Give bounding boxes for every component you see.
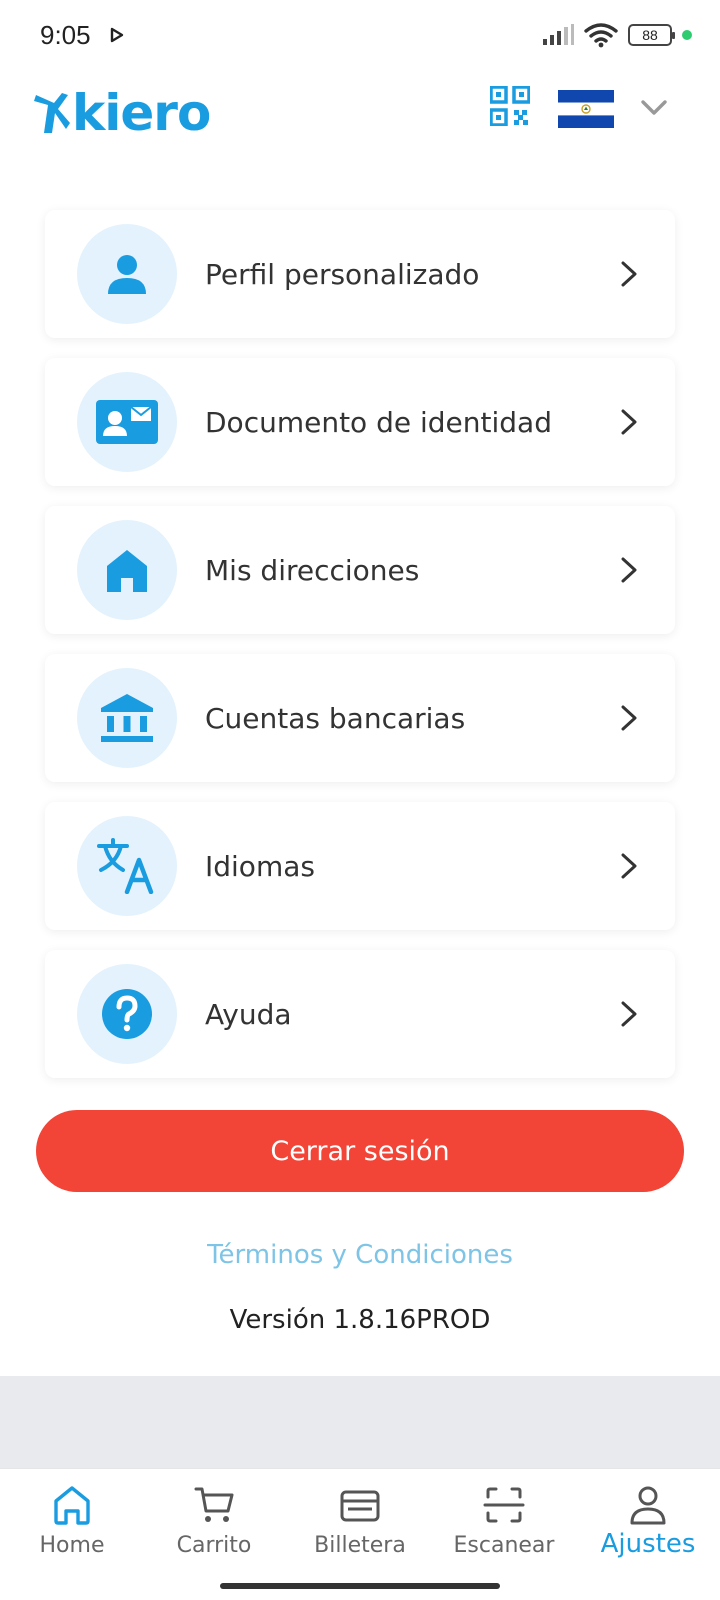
chevron-right-icon: [621, 705, 637, 731]
icon-circle: [77, 816, 177, 916]
cart-icon: [194, 1487, 234, 1522]
menu-item-idiomas[interactable]: Idiomas: [45, 802, 675, 930]
nav-label: Home: [39, 1533, 105, 1558]
nav-carrito[interactable]: Carrito: [142, 1483, 286, 1558]
menu-item-label: Idiomas: [205, 849, 315, 883]
kiero-logo-mark: [34, 93, 70, 133]
wifi-icon: [584, 23, 618, 48]
menu-item-label: Documento de identidad: [205, 405, 552, 439]
menu-item-label: Cuentas bancarias: [205, 701, 466, 735]
icon-circle: [77, 668, 177, 768]
menu-item-label: Perfil personalizado: [205, 257, 480, 291]
icon-circle: [77, 224, 177, 324]
menu-item-perfil[interactable]: Perfil personalizado: [45, 210, 675, 338]
id-card-icon: [96, 400, 158, 444]
chevron-down-icon[interactable]: [640, 96, 668, 120]
menu-item-ayuda[interactable]: Ayuda: [45, 950, 675, 1078]
chevron-right-icon: [621, 557, 637, 583]
nav-home[interactable]: Home: [0, 1483, 144, 1558]
status-bar: 9:05 88: [0, 0, 720, 72]
chevron-right-icon: [621, 261, 637, 287]
home-indicator: [220, 1583, 500, 1589]
chevron-right-icon: [621, 409, 637, 435]
nav-label: Ajustes: [600, 1529, 696, 1559]
status-dot: [682, 30, 692, 40]
bottom-spacer: [0, 1376, 720, 1468]
icon-circle: [77, 372, 177, 472]
nav-label: Carrito: [176, 1533, 252, 1558]
battery-icon: 88: [628, 24, 675, 46]
help-icon: [102, 989, 152, 1039]
nav-label: Billetera: [314, 1533, 406, 1558]
translate-icon: [97, 838, 154, 894]
nav-escanear[interactable]: Escanear: [432, 1483, 576, 1558]
nav-billetera[interactable]: Billetera: [288, 1483, 432, 1558]
icon-circle: [77, 520, 177, 620]
app-header: kiero: [0, 72, 720, 182]
chevron-right-icon: [621, 853, 637, 879]
icon-circle: [77, 964, 177, 1064]
home-icon: [107, 550, 147, 592]
person-icon: [108, 255, 146, 294]
logout-button[interactable]: Cerrar sesión: [36, 1110, 684, 1192]
settings-menu: Perfil personalizado Documento de identi…: [45, 210, 675, 1098]
status-icons: 88: [542, 22, 692, 48]
bank-icon: [101, 694, 153, 742]
play-icon: [110, 27, 124, 43]
scan-icon: [483, 1487, 525, 1523]
status-time: 9:05: [40, 20, 91, 50]
menu-item-cuentas[interactable]: Cuentas bancarias: [45, 654, 675, 782]
qr-code-icon[interactable]: [490, 86, 530, 126]
user-icon: [630, 1486, 666, 1525]
home-icon: [54, 1486, 90, 1525]
menu-item-documento[interactable]: Documento de identidad: [45, 358, 675, 486]
menu-item-label: Ayuda: [205, 997, 292, 1031]
menu-item-label: Mis direcciones: [205, 553, 420, 587]
kiero-logo: kiero: [32, 84, 211, 142]
signal-icon: [543, 24, 574, 45]
bottom-nav: Home Carrito Billetera Escanear Ajustes: [0, 1468, 720, 1600]
wallet-icon: [340, 1490, 380, 1522]
logo-text: kiero: [72, 84, 211, 142]
menu-item-direcciones[interactable]: Mis direcciones: [45, 506, 675, 634]
chevron-right-icon: [621, 1001, 637, 1027]
el-salvador-flag-icon[interactable]: [558, 90, 614, 128]
nav-ajustes[interactable]: Ajustes: [576, 1483, 720, 1559]
version-text: Versión 1.8.16PROD: [229, 1305, 491, 1335]
terms-link[interactable]: Términos y Condiciones: [0, 1240, 720, 1270]
nav-label: Escanear: [453, 1533, 555, 1558]
